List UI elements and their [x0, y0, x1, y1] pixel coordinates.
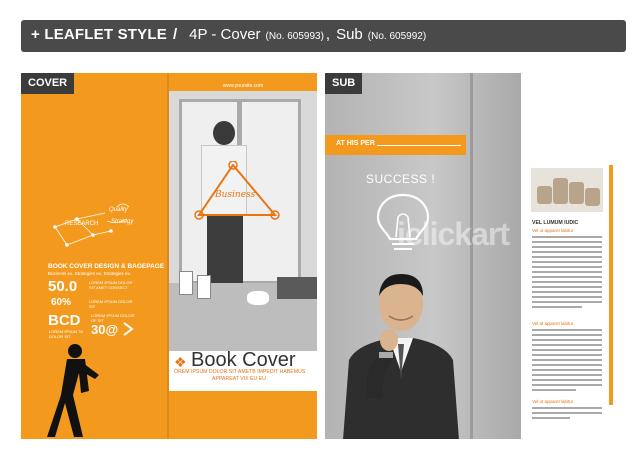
research-network-doodle — [53, 203, 130, 247]
wall-seam — [470, 73, 473, 439]
body-text-line — [532, 251, 602, 253]
watermark: iclickart — [397, 216, 510, 252]
header-title: + LEAFLET STYLE — [31, 26, 167, 43]
body-text-line — [532, 384, 602, 386]
cover-photo: Business — [169, 91, 317, 351]
sub-ribbon-label: AT HIS PER — [336, 140, 375, 147]
design-title: BOOK COVER DESIGN & BAGEPAGE — [48, 263, 165, 270]
body-text-line — [532, 364, 602, 366]
businessman-head — [213, 121, 235, 145]
body-text-line — [532, 379, 602, 381]
body-text-line — [532, 246, 602, 248]
chevron-right-icon — [123, 322, 134, 336]
crumpled-paper — [247, 291, 269, 305]
header-sub-number: (No. 605992) — [367, 31, 427, 42]
stat-60-note: LOREM IPSUM DOLOR SIT — [89, 299, 133, 309]
body-text-line — [532, 354, 602, 356]
stat-bcd: BCD — [48, 312, 81, 329]
header-bar: + LEAFLET STYLE / 4P - Cover (No. 605993… — [21, 20, 626, 52]
header-sub-label: Sub — [336, 26, 363, 43]
body-text-line — [532, 236, 602, 238]
design-subtitle: Business ex. Strategies ex. Strategies e… — [48, 271, 132, 276]
book-cover-subtitle-line: APPAREAT VIX EU EU — [212, 376, 266, 382]
body-text-line — [532, 349, 602, 351]
coin-stack — [553, 178, 568, 204]
body-text-line — [532, 276, 602, 278]
body-text-line — [532, 369, 602, 371]
body-text-line — [532, 306, 582, 308]
body-text-line — [532, 301, 602, 303]
body-text-line — [532, 296, 602, 298]
coin-stack — [537, 186, 552, 204]
stat-30: 30@ — [91, 322, 119, 337]
thinking-businessman — [343, 274, 459, 439]
header-comma: , — [325, 26, 331, 43]
body-text-line — [532, 389, 576, 391]
businessman-legs — [207, 215, 243, 285]
coffee-cup — [197, 275, 211, 299]
book-cover-subtitle-line: OREM IPSUM DOLOR SIT AMETB IMPEDIT HABEM… — [174, 369, 306, 375]
book-cover-subtitle: OREM IPSUM DOLOR SIT AMETB IMPEDIT HABEM… — [174, 369, 314, 383]
header-separator: / — [172, 26, 178, 43]
stat-60-percent: 60% — [51, 297, 72, 308]
laptop — [277, 277, 317, 299]
stat-50: 50.0 — [48, 278, 78, 295]
cover-spread: www.yoursite.com Business ❖ Book Cover O… — [21, 73, 317, 439]
body-text-line — [532, 241, 602, 243]
sub-tag: SUB — [325, 73, 363, 94]
body-text-line — [532, 256, 602, 258]
research-label: RESEARCH — [65, 221, 99, 227]
body-text-line — [532, 374, 602, 376]
body-text-line — [532, 417, 570, 419]
stat-50-note: LOREM IPSUM DOLOR SIT AMET CONSECT — [89, 280, 133, 290]
header-cover-number: (No. 605993) — [265, 31, 324, 42]
quality-label: Quality — [109, 207, 128, 213]
article-subheading: Vel ut apparet labitur — [532, 228, 574, 233]
ribbon-rule — [377, 145, 461, 146]
body-text-line — [532, 339, 602, 341]
business-triangle-doodle: Business — [194, 161, 280, 220]
page-accent-strip — [609, 165, 613, 405]
sub-spread: SUB AT HIS PER SUCCESS ! iclickart VEL L… — [325, 73, 621, 439]
body-text-line — [532, 334, 602, 336]
body-text-line — [532, 344, 602, 346]
stat-bcd-note: LOREM IPSUM TA DOLOR SIT — [49, 329, 83, 339]
body-text-line — [532, 271, 602, 273]
body-text-line — [532, 286, 602, 288]
header-cover-label: 4P - Cover — [189, 26, 261, 43]
cover-tag: COVER — [21, 73, 75, 94]
body-text-line — [532, 261, 602, 263]
body-text-line — [532, 407, 602, 409]
coin-stack — [569, 182, 584, 204]
success-label: SUCCESS ! — [366, 172, 436, 186]
strategy-label: Strategy — [111, 219, 134, 225]
body-text-line — [532, 412, 602, 414]
body-text-line — [532, 281, 602, 283]
running-man-silhouette — [47, 344, 99, 437]
article-subheading: Vel ut apparet labitur — [532, 399, 574, 404]
cover-site-url: www.yoursite.com — [222, 83, 264, 89]
body-text-line — [532, 359, 602, 361]
coin-stack — [585, 188, 600, 206]
article-subheading: Vel at apparet labitur — [532, 321, 574, 326]
body-text-line — [532, 291, 602, 293]
coins-photo — [531, 168, 603, 212]
coffee-cup — [179, 271, 193, 295]
body-text-line — [532, 266, 602, 268]
article-title: VEL LUMUM IUDIC — [532, 220, 579, 226]
body-text-line — [532, 329, 602, 331]
doodle-business-label: Business — [214, 190, 256, 200]
